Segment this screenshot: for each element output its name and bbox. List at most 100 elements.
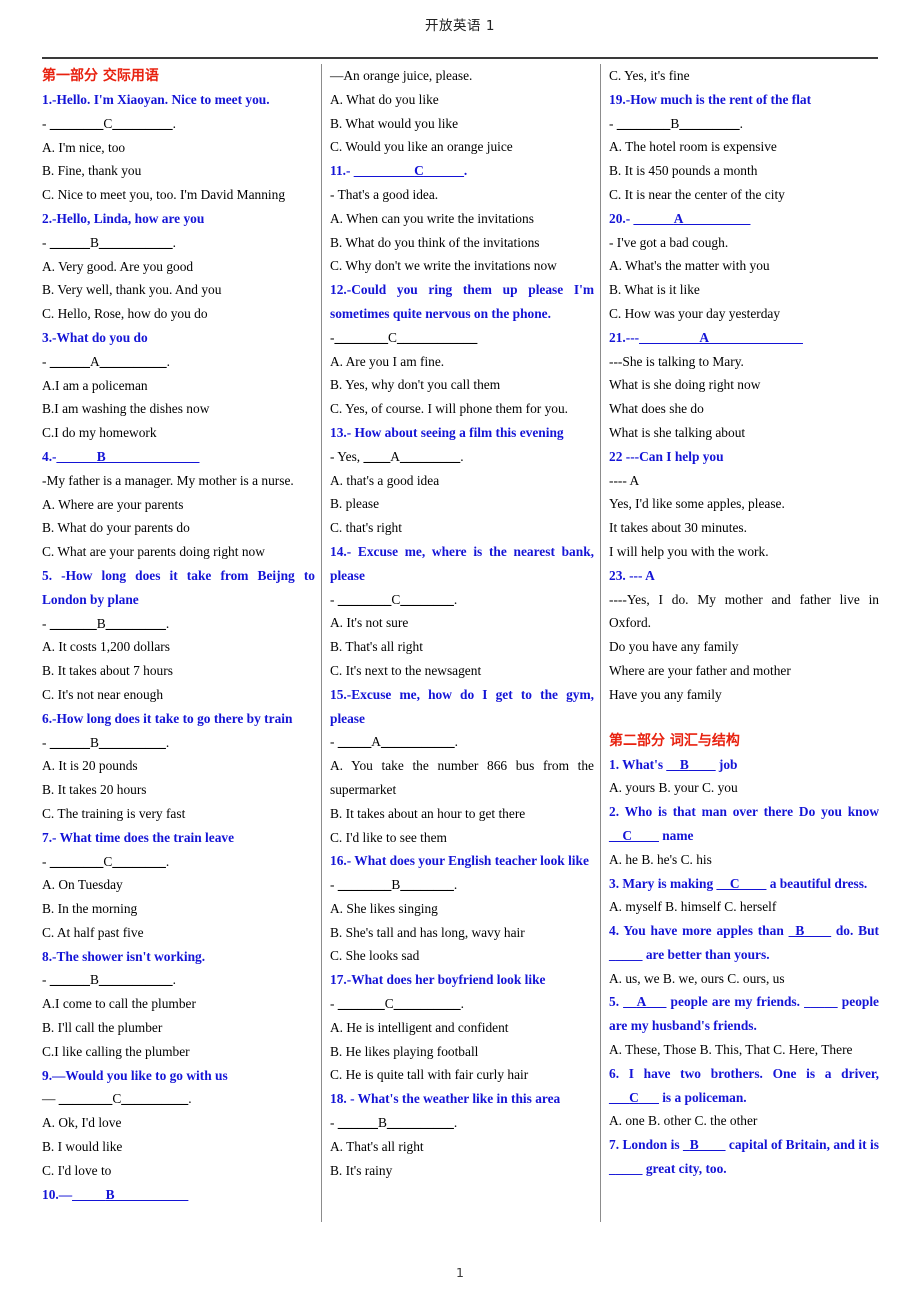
answer-option: C. At half past five (42, 924, 144, 940)
filled-answer: A (699, 329, 710, 345)
question-text-before-blank: 4. You have more apples than (609, 923, 789, 939)
answer-suffix: . (739, 115, 743, 131)
answer-option: A. he B. he's C. his (609, 851, 712, 867)
filled-answer: B (391, 877, 401, 893)
answer-blank-line: - ______B___________. (42, 968, 315, 992)
blank-right: ___________ (98, 234, 173, 250)
blank-left: _ (683, 1137, 690, 1153)
question-prompt: 13.- How about seeing a film this evenin… (330, 424, 564, 440)
filled-answer: C (384, 996, 394, 1012)
answer-option: B. please (330, 496, 380, 512)
blank-left: _________ (353, 163, 415, 179)
answer-option: A. that's a good idea (330, 472, 440, 488)
answer-prefix: - (42, 115, 50, 131)
blank-right: ___________ (114, 1186, 189, 1202)
answer-blank-line: - ________C________. (42, 850, 315, 874)
answer-option: Do you have any family (609, 639, 739, 655)
question-number: 21.--- (609, 329, 640, 345)
answer-option: B. It is 450 pounds a month (609, 163, 758, 179)
answer-option: A. Where are your parents (42, 496, 184, 512)
blank-right: _________ (399, 448, 461, 464)
blank-right: __________ (386, 1115, 454, 1131)
answer-option: Yes, I'd like some apples, please. (609, 496, 785, 512)
filled-answer: B (89, 234, 99, 250)
answer-option: C. It's next to the newsagent (330, 662, 482, 678)
answer-prefix: - Yes, (330, 448, 364, 464)
filled-answer: C (391, 591, 401, 607)
blank-right: __________ (683, 210, 751, 226)
filled-answer: A (636, 994, 647, 1010)
answer-blank-line: - Yes, ____A_________. (330, 445, 594, 469)
answer-option: C. It is near the center of the city (609, 186, 785, 202)
blank-left: ____ (363, 448, 391, 464)
answer-option: ----Yes, I do. My mother and father live… (609, 591, 879, 631)
blank-left: ________ (49, 115, 104, 131)
vocab-question: 4. You have more apples than _B____ do. … (609, 919, 879, 967)
filled-answer: B (89, 972, 99, 988)
answer-option: C.I do my homework (42, 425, 157, 441)
answer-suffix: . (188, 1091, 192, 1107)
filled-answer: B (679, 756, 689, 772)
answer-option: Have you any family (609, 686, 722, 702)
answer-option: C. I'd like to see them (330, 829, 447, 845)
blank-right: __________ (393, 996, 461, 1012)
answer-option: C. that's right (330, 520, 402, 536)
answer-option: B. He likes playing football (330, 1043, 479, 1059)
answer-prefix: - (330, 591, 338, 607)
question-text-after-blank: name (658, 827, 694, 843)
answer-option: B. She's tall and has long, wavy hair (330, 924, 525, 940)
question-prompt-with-blank: 4.-______B______________ (42, 445, 315, 469)
question-number: 10.— (42, 1186, 73, 1202)
question-prompt: 8.-The shower isn't working. (42, 948, 206, 964)
answer-suffix: . (454, 734, 458, 750)
section-heading: 第二部分 词汇与结构 (609, 732, 740, 749)
answer-option: B. I would like (42, 1139, 123, 1155)
answer-suffix: . (172, 115, 176, 131)
question-prompt-with-blank: 11.- _________C______. (330, 159, 594, 183)
answer-suffix: . (453, 877, 458, 893)
question-prompt: 23. --- A (609, 567, 655, 583)
column-middle: —An orange juice, please. A. What do you … (321, 64, 600, 1222)
answer-option: C. Yes, it's fine (609, 68, 690, 83)
filled-answer: B (670, 115, 680, 131)
answer-option: C. Hello, Rose, how do you do (42, 306, 208, 322)
question-prompt: 9.—Would you like to go with us (42, 1067, 228, 1083)
answer-option: B. I'll call the plumber (42, 1020, 163, 1036)
answer-option: A.I come to call the plumber (42, 996, 196, 1012)
blank-left: ________ (58, 1091, 113, 1107)
answer-option: C. Yes, of course. I will phone them for… (330, 401, 569, 417)
answer-option: A. What do you like (330, 91, 439, 107)
answer-blank-line: - ________B_________. (609, 112, 879, 136)
question-text-after-blank: job (715, 756, 738, 772)
answer-option: - That's a good idea. (330, 186, 439, 202)
blank-right: ___ (646, 994, 667, 1010)
question-prompt: 5. -How long does it take from Beijng to… (42, 567, 315, 607)
filled-answer: B (689, 1137, 699, 1153)
question-text-before-blank: 6. I have two brothers. One is a driver, (609, 1065, 879, 1081)
answer-option: C. What are your parents doing right now (42, 544, 265, 560)
filled-answer: B (96, 615, 106, 631)
answer-option: A. It costs 1,200 dollars (42, 639, 170, 655)
answer-option: A. The hotel room is expensive (609, 139, 777, 155)
blank-right: _________ (105, 615, 166, 631)
question-prompt: 7.- What time does the train leave (42, 829, 235, 845)
question-prompt: 1.-Hello. I'm Xiaoyan. Nice to meet you. (42, 92, 270, 107)
blank-right: __________ (121, 1091, 189, 1107)
question-prompt: 15.-Excuse me, how do I get to the gym, … (330, 686, 594, 726)
blank-left: ________ (337, 591, 392, 607)
header-rule (42, 57, 878, 59)
blank-right: ______________ (105, 448, 200, 464)
answer-option: A. Ok, I'd love (42, 1115, 122, 1131)
blank-left: ______ (49, 234, 90, 250)
blank-right: ____ (739, 875, 767, 891)
answer-option: B. Yes, why don't you call them (330, 377, 501, 393)
vocab-question: 5. __A___ people are my friends. _____ p… (609, 990, 879, 1038)
answer-prefix: - (330, 734, 338, 750)
filled-answer: A (673, 210, 684, 226)
filled-answer: C (414, 163, 424, 179)
question-prompt-with-blank: 10.—_____B___________ (42, 1183, 315, 1207)
answer-option: A. He is intelligent and confident (330, 1019, 509, 1035)
filled-answer: A (371, 734, 381, 750)
answer-option: B. It takes 20 hours (42, 782, 147, 798)
running-head: 开放英语 1 (425, 18, 495, 34)
